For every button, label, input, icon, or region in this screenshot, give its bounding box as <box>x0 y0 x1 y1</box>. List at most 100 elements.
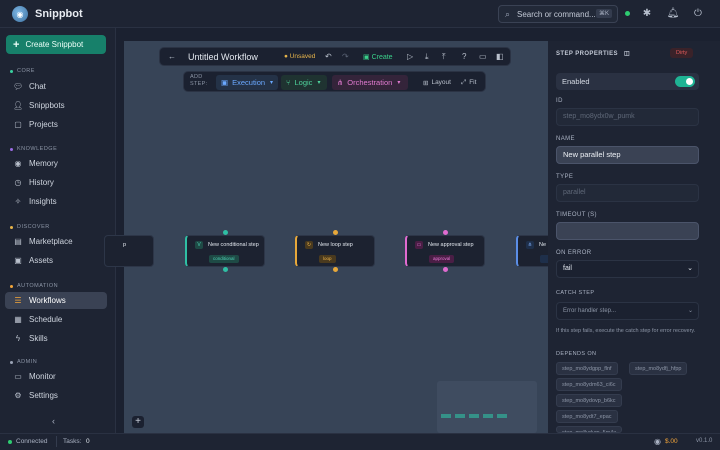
toggle-knob <box>686 78 693 85</box>
id-field: step_mo8ydx0w_pumk <box>556 108 699 126</box>
output-port[interactable] <box>443 267 448 272</box>
workflow-node-approval[interactable]: ▭ New approval step approval <box>405 235 485 267</box>
branch-icon: ⑂ <box>286 78 291 87</box>
loop-icon: ↻ <box>305 241 313 249</box>
folder-icon: ▢ <box>14 120 22 129</box>
input-port[interactable] <box>443 230 448 235</box>
depends-on-chip[interactable]: step_mo8ydm63_ci6c <box>556 378 622 391</box>
clock-icon: ◷ <box>14 178 22 187</box>
enabled-row: Enabled <box>556 73 699 90</box>
chevron-down-icon: ▾ <box>270 80 274 86</box>
redo-icon[interactable]: ↷ <box>342 52 349 61</box>
enabled-toggle[interactable] <box>675 76 695 87</box>
connection-status-dot <box>625 11 630 16</box>
section-admin: ADMIN <box>10 359 37 365</box>
conditional-icon: V <box>195 241 203 249</box>
orchestration-dropdown[interactable]: ⋔ Orchestration ▾ <box>332 75 408 90</box>
workflow-toolbar: ← Untitled Workflow ● Unsaved ↶ ↷ ▣ Crea… <box>159 47 511 66</box>
workflow-title[interactable]: Untitled Workflow <box>188 52 258 62</box>
sidebar-item-skills[interactable]: ϟ Skills <box>5 330 107 347</box>
timeout-label: TIMEOUT (S) <box>556 212 597 218</box>
depends-on-chip[interactable]: step_mo8ydovp_b6kc <box>556 394 622 407</box>
sidebar-item-monitor[interactable]: ▭ Monitor <box>5 368 107 385</box>
workflow-node-parallel[interactable]: ⋔ Ne <box>516 235 550 267</box>
unsaved-indicator: ● Unsaved <box>284 53 316 60</box>
search-input[interactable] <box>517 6 597 22</box>
output-port[interactable] <box>223 267 228 272</box>
grid-icon: ⊞ <box>423 79 429 87</box>
workflow-node-loop[interactable]: ↻ New loop step loop <box>295 235 375 267</box>
expand-icon: ⤢ <box>461 78 467 86</box>
calendar-icon: ▦ <box>14 315 22 324</box>
coin-icon: ◉ <box>654 437 661 446</box>
sidebar-item-history[interactable]: ◷ History <box>5 174 107 191</box>
minimap[interactable] <box>437 381 537 433</box>
name-field[interactable]: New parallel step <box>556 146 699 164</box>
sidebar-item-marketplace[interactable]: ▤ Marketplace <box>5 233 107 250</box>
step-properties-panel: STEP PROPERTIES ◫ Dirty Enabled ID step_… <box>548 41 720 433</box>
node-badge: approval <box>429 255 455 263</box>
user-icon: 👤︎ <box>13 101 24 110</box>
sidebar-item-schedule[interactable]: ▦ Schedule <box>5 311 107 328</box>
execution-icon: ▣ <box>221 78 229 87</box>
play-icon[interactable]: ▷ <box>407 52 413 61</box>
panel-icon[interactable]: ◧ <box>496 52 504 61</box>
plus-icon: + <box>13 38 20 51</box>
sidebar-item-projects[interactable]: ▢ Projects <box>5 116 107 133</box>
panel-toggle-icon[interactable]: ◫ <box>624 51 630 57</box>
depends-on-chip[interactable]: step_mo8ydum_5m4x <box>556 426 623 433</box>
bell-icon[interactable]: 🔔︎ <box>666 7 680 21</box>
orchestration-icon: ⋔ <box>337 78 344 87</box>
catch-step-select[interactable]: Error handler step... ⌄ <box>556 302 699 320</box>
bug-icon[interactable]: ✱ <box>640 7 654 21</box>
layout-button[interactable]: ⊞ Layout <box>418 75 454 90</box>
output-port[interactable] <box>333 267 338 272</box>
depends-on-chip[interactable]: step_mo8ydfj_hfpp <box>629 362 688 375</box>
connection-status: Connected <box>16 438 48 445</box>
sidebar-item-memory[interactable]: ◉ Memory <box>5 155 107 172</box>
create-workflow-button[interactable]: ▣ Create <box>363 53 393 61</box>
enabled-label: Enabled <box>562 77 590 86</box>
depends-on-chip[interactable]: step_mo8ydt7_epac <box>556 410 618 423</box>
sidebar-item-chat[interactable]: 💬︎ Chat <box>5 78 107 95</box>
sidebar-item-assets[interactable]: ▣ Assets <box>5 252 107 269</box>
workflow-node-partial[interactable]: p <box>104 235 154 267</box>
download-icon[interactable]: ⤓ <box>425 52 429 62</box>
chevron-down-icon: ⌄ <box>687 308 693 314</box>
sidebar-item-insights[interactable]: ✧ Insights <box>5 193 107 210</box>
help-icon[interactable]: ? <box>462 52 466 61</box>
workflow-node-conditional[interactable]: V New conditional step conditional <box>185 235 265 267</box>
fit-button[interactable]: ⤢ Fit <box>456 75 482 90</box>
search-box[interactable]: ⌕ ⌘K <box>498 5 618 23</box>
undo-icon[interactable]: ↶ <box>325 52 332 61</box>
panel-title: STEP PROPERTIES ◫ <box>556 51 631 57</box>
input-port[interactable] <box>223 230 228 235</box>
logic-dropdown[interactable]: ⑂ Logic ▾ <box>281 75 327 90</box>
depends-on-chip[interactable]: step_mo8ydgpp_flnf <box>556 362 618 375</box>
approval-icon: ▭ <box>415 241 423 249</box>
on-error-select[interactable]: fail ⌄ <box>556 260 699 278</box>
sidebar-item-settings[interactable]: ⚙︎ Settings <box>5 387 107 404</box>
chevron-down-icon: ▾ <box>317 80 321 86</box>
section-knowledge: KNOWLEDGE <box>10 146 57 152</box>
upload-icon[interactable]: ⤒ <box>442 52 446 62</box>
section-core: CORE <box>10 68 35 74</box>
minimap-nodes <box>441 414 533 418</box>
create-snippbot-label: Create Snippbot <box>25 40 84 49</box>
code-icon[interactable]: ▭ <box>479 52 487 61</box>
collapse-sidebar-icon[interactable]: ‹ <box>52 416 55 426</box>
image-icon: ▣ <box>14 256 22 265</box>
zoom-in-button[interactable]: + <box>132 416 144 428</box>
logout-icon[interactable]: ⏻ <box>691 7 705 21</box>
id-label: ID <box>556 98 563 104</box>
input-port[interactable] <box>333 230 338 235</box>
create-snippbot-button[interactable]: + Create Snippbot <box>6 35 106 54</box>
connected-dot <box>8 440 12 444</box>
sidebar-item-snippbots[interactable]: 👤︎ Snippbots <box>5 97 107 114</box>
name-label: NAME <box>556 136 575 142</box>
back-arrow-icon[interactable]: ← <box>168 52 176 61</box>
timeout-field[interactable] <box>556 222 699 240</box>
sidebar-item-workflows[interactable]: ☰ Workflows <box>5 292 107 309</box>
execution-dropdown[interactable]: ▣ Execution ▾ <box>216 75 278 90</box>
add-step-toolbar: ADD STEP: ▣ Execution ▾ ⑂ Logic ▾ ⋔ Orchestra… <box>183 71 486 92</box>
